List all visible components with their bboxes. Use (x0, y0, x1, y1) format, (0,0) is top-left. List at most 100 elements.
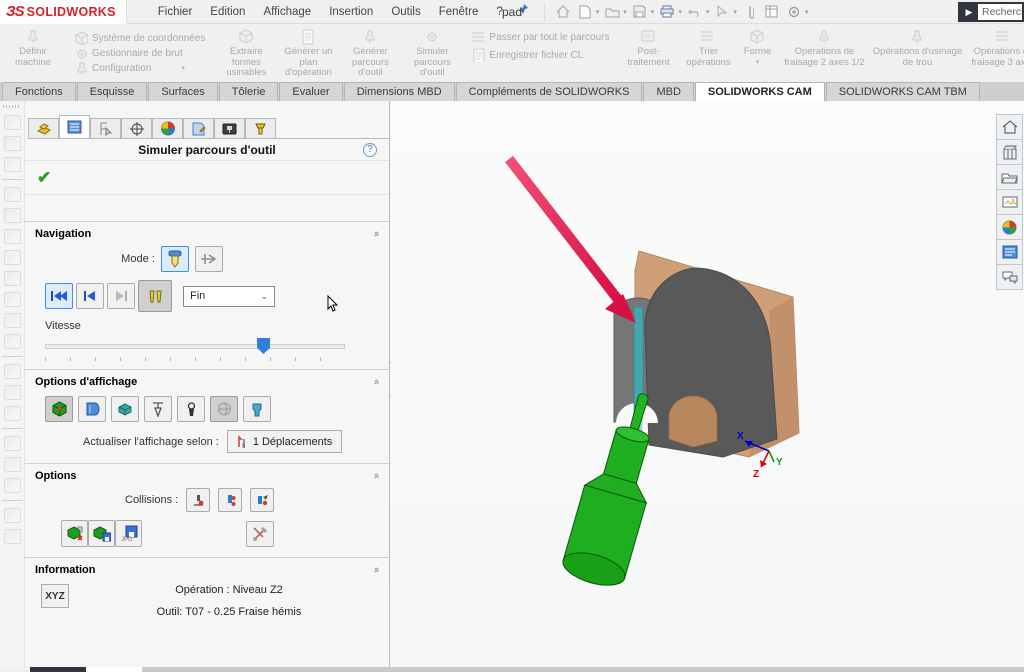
tab-fonctions[interactable]: Fonctions (2, 82, 76, 101)
left-toolbar-icon[interactable] (4, 115, 21, 130)
pin-menu-icon[interactable] (516, 2, 530, 21)
show-fixtures-button[interactable] (111, 396, 139, 422)
speed-slider[interactable] (45, 338, 345, 354)
save-icon[interactable] (630, 3, 650, 21)
record-video-off-button[interactable] (61, 520, 88, 547)
search-box[interactable]: ▶ Rechercher (958, 2, 1024, 22)
taskpane-view-palette-button[interactable] (996, 189, 1023, 215)
left-toolbar-icon[interactable] (4, 457, 21, 472)
ok-check-button[interactable]: ✔ (37, 168, 51, 188)
menu-fichier[interactable]: Fichier (149, 2, 202, 22)
left-toolbar-icon[interactable] (4, 313, 21, 328)
mode-tool-button[interactable] (161, 246, 189, 272)
tab-cam-tools[interactable] (245, 118, 276, 138)
undo-icon[interactable] (685, 3, 705, 21)
tab-solidworks-cam[interactable]: SOLIDWORKS CAM (695, 82, 825, 101)
tab-propertymanager[interactable] (59, 115, 90, 138)
ribbon-generer-plan-button[interactable]: Générer un plan d'opération (277, 26, 339, 80)
pause-button[interactable] (138, 280, 172, 312)
ribbon-definir-machine-button[interactable]: Définir machine (2, 26, 64, 80)
tab-esquisse[interactable]: Esquisse (77, 82, 148, 101)
tab-dimxpertmanager[interactable] (121, 118, 152, 138)
configuration-dropdown-icon[interactable]: ▾ (181, 64, 185, 72)
print-icon[interactable] (657, 3, 677, 21)
left-toolbar-icon[interactable] (4, 187, 21, 202)
show-tool-button[interactable] (144, 396, 172, 422)
left-toolbar-icon[interactable] (4, 508, 21, 523)
collision-continue-button[interactable] (250, 488, 274, 512)
ribbon-generer-parcours-button[interactable]: Générer parcours d'outil (339, 26, 401, 80)
mode-turbo-button[interactable] (195, 246, 223, 272)
taskpane-library-button[interactable] (996, 139, 1023, 165)
left-toolbar-icon[interactable] (4, 406, 21, 421)
left-toolbar-icon[interactable] (4, 364, 21, 379)
ribbon-post-traitement-button[interactable]: Post-traitement (617, 26, 679, 80)
taskpane-home-button[interactable] (996, 114, 1023, 140)
end-condition-dropdown[interactable]: Fin ⌄ (183, 286, 275, 307)
collapse-chevron-icon[interactable]: » (371, 568, 382, 573)
xyz-button[interactable]: XYZ (41, 584, 69, 608)
show-stock-button[interactable] (45, 396, 73, 422)
columns-icon[interactable] (762, 3, 782, 21)
tab-mbd[interactable]: MBD (643, 82, 693, 101)
tab-cam-feature-tree[interactable] (183, 118, 214, 138)
ribbon-usinage-trou-button[interactable]: Opérations d'usinage de trou (871, 26, 963, 80)
ribbon-enregistrer-cl-button[interactable]: Enregistrer fichier CL (471, 48, 609, 62)
left-toolbar-icon[interactable] (4, 436, 21, 451)
tab-dimensions-mbd[interactable]: Dimensions MBD (344, 82, 455, 101)
menu-edition[interactable]: Edition (201, 2, 254, 22)
record-video-save-button[interactable] (88, 520, 115, 547)
attach-icon[interactable] (740, 3, 760, 21)
save-image-jpg-button[interactable]: JPG (115, 520, 142, 547)
left-toolbar-icon[interactable] (4, 292, 21, 307)
left-toolbar-icon[interactable] (4, 208, 21, 223)
ribbon-passer-parcours-button[interactable]: Passer par tout le parcours (471, 30, 609, 44)
slider-thumb[interactable] (257, 338, 270, 354)
ribbon-fraisage-3axes-button[interactable]: Opérations de fraisage 3 axes (963, 26, 1024, 80)
tab-tolerie[interactable]: Tôlerie (219, 82, 279, 101)
ribbon-gestionnaire-brut-button[interactable]: Gestionnaire de brut (74, 46, 205, 60)
menu-fenetre[interactable]: Fenêtre (430, 2, 488, 22)
select-icon[interactable] (712, 3, 732, 21)
left-toolbar-icon[interactable] (4, 529, 21, 544)
menu-affichage[interactable]: Affichage (254, 2, 320, 22)
show-toolpath-button[interactable] (243, 396, 271, 422)
taskpane-custom-properties-button[interactable] (996, 239, 1023, 265)
collision-pause-button[interactable] (218, 488, 242, 512)
toolbar-grip[interactable] (3, 105, 21, 108)
open-icon[interactable] (602, 3, 622, 21)
new-document-icon[interactable] (575, 3, 595, 21)
simulation-settings-button[interactable] (246, 521, 274, 547)
left-toolbar-icon[interactable] (4, 478, 21, 493)
tab-surfaces[interactable]: Surfaces (148, 82, 217, 101)
moves-button[interactable]: 5 1 Déplacements (227, 430, 343, 453)
ribbon-simuler-parcours-button[interactable]: Simuler parcours d'outil (401, 26, 463, 80)
collapse-chevron-icon[interactable]: » (371, 380, 382, 385)
tab-complements[interactable]: Compléments de SOLIDWORKS (456, 82, 643, 101)
taskpane-file-explorer-button[interactable] (996, 164, 1023, 190)
home-icon[interactable] (553, 3, 573, 21)
left-toolbar-icon[interactable] (4, 334, 21, 349)
tab-featuremanager[interactable] (28, 118, 59, 138)
search-flyout-icon[interactable]: ▶ (960, 4, 978, 20)
tab-cam-operation-tree[interactable] (214, 118, 245, 138)
tab-displaymanager[interactable] (152, 118, 183, 138)
ribbon-fraisage-2axes-button[interactable]: Opérations de fraisage 2 axes 1/2 (777, 26, 871, 80)
left-toolbar-icon[interactable] (4, 229, 21, 244)
menu-outils[interactable]: Outils (382, 2, 429, 22)
menu-insertion[interactable]: Insertion (320, 2, 382, 22)
section-view-button[interactable] (210, 396, 238, 422)
left-toolbar-icon[interactable] (4, 157, 21, 172)
taskpane-appearances-button[interactable] (996, 214, 1023, 240)
taskpane-forum-button[interactable] (996, 264, 1023, 290)
left-toolbar-icon[interactable] (4, 136, 21, 151)
step-forward-button[interactable] (107, 283, 135, 309)
show-target-button[interactable] (78, 396, 106, 422)
step-back-button[interactable] (76, 283, 104, 309)
collision-stop-button[interactable] (186, 488, 210, 512)
tab-evaluer[interactable]: Evaluer (279, 82, 342, 101)
ribbon-systeme-coordonnees-button[interactable]: Système de coordonnées (74, 31, 205, 45)
tab-configurations[interactable] (90, 118, 121, 138)
tab-solidworks-cam-tbm[interactable]: SOLIDWORKS CAM TBM (826, 82, 980, 101)
left-toolbar-icon[interactable] (4, 250, 21, 265)
